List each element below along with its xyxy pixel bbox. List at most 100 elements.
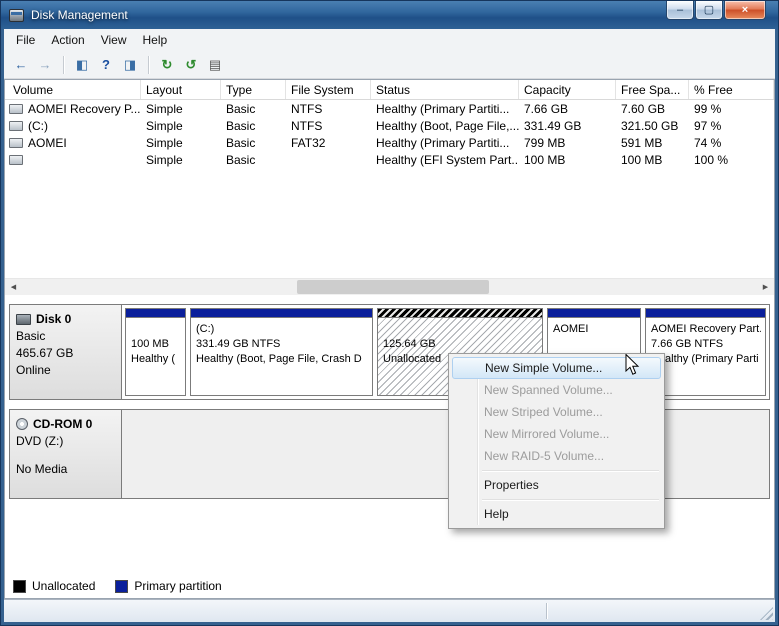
hard-disk-icon [16,314,31,325]
status-bar-divider [546,603,547,619]
cdrom-drive: DVD (Z:) [16,434,115,448]
partition-color-bar [548,309,640,318]
volume-pct-free: 97 % [689,119,774,133]
table-row[interactable]: (C:) Simple Basic NTFS Healthy (Boot, Pa… [5,117,774,134]
refresh-icon[interactable]: ↻ [156,55,178,75]
col-layout[interactable]: Layout [141,80,221,99]
toolbar-separator [148,56,149,74]
table-row[interactable]: Simple Basic Healthy (EFI System Part...… [5,151,774,168]
legend: Unallocated Primary partition [5,574,774,598]
scroll-right-icon[interactable]: ▶ [757,279,774,295]
scroll-left-icon[interactable]: ◀ [5,279,22,295]
disk0-label[interactable]: Disk 0 Basic 465.67 GB Online [10,305,122,399]
volume-status: Healthy (Primary Partiti... [371,102,519,116]
partition-system[interactable]: 100 MB Healthy ( [125,308,186,396]
col-pct-free[interactable]: % Free [689,80,774,99]
partition-c-drive[interactable]: (C:) 331.49 GB NTFS Healthy (Boot, Page … [190,308,373,396]
partition-label: (C:) [196,322,368,337]
volume-type: Basic [221,153,286,167]
volume-list: Volume Layout Type File System Status Ca… [5,80,774,278]
menu-help[interactable]: Help [135,30,176,50]
disk0-type: Basic [16,329,115,343]
menu-item-help[interactable]: Help [450,503,663,525]
col-free-space[interactable]: Free Spa... [616,80,689,99]
cdrom-label[interactable]: CD-ROM 0 DVD (Z:) No Media [10,410,122,498]
help-icon[interactable]: ? [95,55,117,75]
toolbar: ← → ◧ ? ◨ ↻ ↺ ▤ [4,51,775,79]
cdrom-name: CD-ROM 0 [33,417,92,431]
partition-label [131,322,181,337]
partition-label: AOMEI [553,322,636,337]
partition-size: 7.66 GB NTFS [651,337,761,352]
volume-free: 7.60 GB [616,102,689,116]
titlebar[interactable]: Disk Management – ▢ × [1,1,778,29]
mouse-cursor-icon [625,354,641,376]
menu-view[interactable]: View [93,30,135,50]
volume-capacity: 100 MB [519,153,616,167]
maximize-button[interactable]: ▢ [695,1,723,20]
col-file-system[interactable]: File System [286,80,371,99]
volume-icon [9,138,23,148]
volume-list-header: Volume Layout Type File System Status Ca… [5,80,774,100]
partition-size: 125.64 GB [383,337,538,352]
partition-color-bar [646,309,765,318]
show-action-pane-icon[interactable]: ◨ [119,55,141,75]
volume-fs: NTFS [286,102,371,116]
legend-primary-label: Primary partition [134,579,221,593]
disk-list-icon[interactable]: ▤ [204,55,226,75]
volume-fs: FAT32 [286,136,371,150]
rescan-disks-icon[interactable]: ↺ [180,55,202,75]
minimize-button[interactable]: – [666,1,694,20]
volume-icon [9,121,23,131]
volume-capacity: 7.66 GB [519,102,616,116]
scrollbar-thumb[interactable] [297,280,489,294]
table-row[interactable]: AOMEI Recovery P... Simple Basic NTFS He… [5,100,774,117]
col-status[interactable]: Status [371,80,519,99]
volume-capacity: 799 MB [519,136,616,150]
forward-icon[interactable]: → [34,55,56,75]
volume-pct-free: 74 % [689,136,774,150]
volume-free: 321.50 GB [616,119,689,133]
partition-status: Healthy (Primary Parti [651,352,761,367]
back-icon[interactable]: ← [10,55,32,75]
menu-separator [482,470,659,471]
menu-file[interactable]: File [8,30,43,50]
status-bar [4,599,775,622]
window-title: Disk Management [31,8,128,22]
volume-name: AOMEI [28,136,67,150]
toolbar-separator [63,56,64,74]
volume-fs: NTFS [286,119,371,133]
close-button[interactable]: × [724,1,766,20]
volume-pct-free: 100 % [689,153,774,167]
partition-label [383,322,538,337]
menu-item-new-mirrored-volume: New Mirrored Volume... [450,423,663,445]
volume-layout: Simple [141,102,221,116]
table-row[interactable]: AOMEI Simple Basic FAT32 Healthy (Primar… [5,134,774,151]
volume-status: Healthy (Primary Partiti... [371,136,519,150]
col-capacity[interactable]: Capacity [519,80,616,99]
menu-separator [482,499,659,500]
disk-management-window: Disk Management – ▢ × File Action View H… [0,0,779,626]
volume-type: Basic [221,119,286,133]
volume-type: Basic [221,102,286,116]
col-volume[interactable]: Volume [5,80,141,99]
volume-pct-free: 99 % [689,102,774,116]
show-console-tree-icon[interactable]: ◧ [71,55,93,75]
window-controls: – ▢ × [665,1,766,20]
primary-partition-swatch [115,580,128,593]
unallocated-swatch [13,580,26,593]
menubar: File Action View Help [4,29,775,51]
volume-free: 591 MB [616,136,689,150]
app-icon [9,9,24,22]
resize-grip[interactable] [760,607,773,620]
col-type[interactable]: Type [221,80,286,99]
volume-name: AOMEI Recovery P... [28,102,140,116]
cdrom-status: No Media [16,462,115,476]
menu-item-properties[interactable]: Properties [450,474,663,496]
partition-label: AOMEI Recovery Part... [651,322,761,337]
menu-action[interactable]: Action [43,30,92,50]
menu-item-new-raid5-volume: New RAID-5 Volume... [450,445,663,467]
volume-capacity: 331.49 GB [519,119,616,133]
unallocated-color-bar [378,309,542,318]
horizontal-scrollbar[interactable]: ◀ ▶ [5,278,774,295]
